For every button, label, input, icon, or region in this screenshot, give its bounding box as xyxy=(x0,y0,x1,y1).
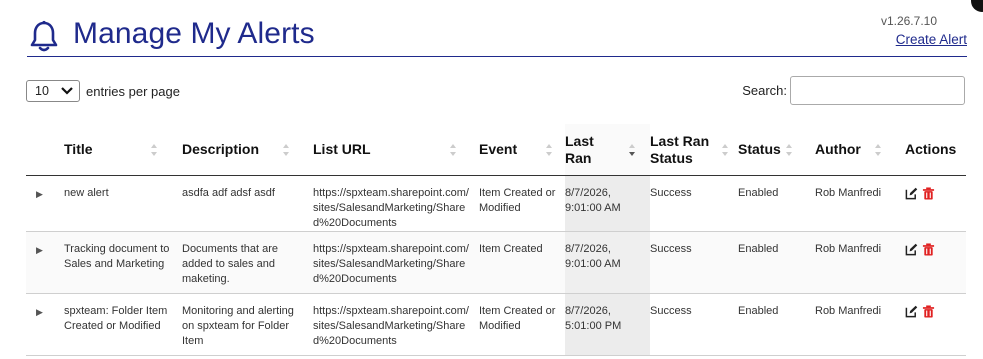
cell-list-url: https://spxteam.sharepoint.com/sites/Sal… xyxy=(313,175,479,232)
sort-icon xyxy=(786,143,792,156)
cell-actions xyxy=(905,231,966,294)
cell-title: new alert xyxy=(64,175,182,232)
cell-event: Item Created or Modified xyxy=(479,175,565,232)
alerts-table: Title Description List URL Event Last Ra… xyxy=(26,124,966,356)
cell-list-url: https://spxteam.sharepoint.com/sites/Sal… xyxy=(313,231,479,294)
sort-icon xyxy=(450,143,456,156)
page-size-value: 10 xyxy=(35,84,49,98)
edit-icon[interactable] xyxy=(905,305,918,318)
table-row[interactable]: ▶ new alert asdfa adf adsf asdf https://… xyxy=(26,175,966,232)
column-header-list-url[interactable]: List URL xyxy=(313,124,479,176)
sort-icon xyxy=(151,143,157,156)
column-header-author[interactable]: Author xyxy=(815,124,905,176)
header-row: Title Description List URL Event Last Ra… xyxy=(26,124,966,176)
create-alert-link[interactable]: Create Alert xyxy=(896,32,967,47)
page-size-select[interactable]: 10 xyxy=(26,80,80,102)
cell-event: Item Created xyxy=(479,231,565,294)
column-header-actions: Actions xyxy=(905,124,966,176)
sort-icon xyxy=(546,143,552,156)
cell-status: Enabled xyxy=(738,293,815,356)
cell-description: asdfa adf adsf asdf xyxy=(182,175,313,232)
cell-last-ran-status: Success xyxy=(650,175,738,232)
sort-icon xyxy=(283,143,289,156)
sort-icon xyxy=(722,143,728,156)
entries-label: entries per page xyxy=(86,83,180,99)
version-label: v1.26.7.10 xyxy=(880,14,937,28)
table-row[interactable]: ▶ spxteam: Folder Item Created or Modifi… xyxy=(26,293,966,356)
cell-status: Enabled xyxy=(738,231,815,294)
column-header-last-ran[interactable]: Last Ran xyxy=(565,124,650,176)
corner-decoration xyxy=(971,0,983,12)
page-size-control: 10 entries per page xyxy=(26,80,180,102)
cell-last-ran: 8/7/2026, 5:01:00 PM xyxy=(565,293,650,356)
column-header-event[interactable]: Event xyxy=(479,124,565,176)
search-control: Search: xyxy=(742,76,965,105)
cell-status: Enabled xyxy=(738,175,815,232)
cell-last-ran-status: Success xyxy=(650,293,738,356)
column-header-description[interactable]: Description xyxy=(182,124,313,176)
column-header-status[interactable]: Status xyxy=(738,124,815,176)
cell-last-ran-status: Success xyxy=(650,231,738,294)
cell-title: spxteam: Folder Item Created or Modified xyxy=(64,293,182,356)
expand-arrow-icon[interactable]: ▶ xyxy=(26,293,64,356)
edit-icon[interactable] xyxy=(905,187,918,200)
edit-icon[interactable] xyxy=(905,243,918,256)
search-input[interactable] xyxy=(790,76,965,105)
table-row[interactable]: ▶ Tracking document to Sales and Marketi… xyxy=(26,231,966,294)
sort-desc-icon xyxy=(629,143,635,156)
trash-icon[interactable] xyxy=(922,305,935,318)
expand-arrow-icon[interactable]: ▶ xyxy=(26,231,64,294)
cell-author: Rob Manfredi xyxy=(815,293,905,356)
expand-column-header xyxy=(26,124,64,176)
cell-last-ran: 8/7/2026, 9:01:00 AM xyxy=(565,175,650,232)
cell-event: Item Created or Modified xyxy=(479,293,565,356)
chevron-down-icon xyxy=(61,87,73,95)
cell-actions xyxy=(905,175,966,232)
cell-actions xyxy=(905,293,966,356)
cell-description: Monitoring and alerting on spxteam for F… xyxy=(182,293,313,356)
cell-list-url: https://spxteam.sharepoint.com/sites/Sal… xyxy=(313,293,479,356)
cell-author: Rob Manfredi xyxy=(815,175,905,232)
bell-icon xyxy=(30,20,58,52)
search-label: Search: xyxy=(742,83,787,98)
cell-author: Rob Manfredi xyxy=(815,231,905,294)
page-header: Manage My Alerts v1.26.7.10 Create Alert xyxy=(27,14,967,57)
cell-last-ran: 8/7/2026, 9:01:00 AM xyxy=(565,231,650,294)
column-header-last-ran-status[interactable]: Last Ran Status xyxy=(650,124,738,176)
trash-icon[interactable] xyxy=(922,187,935,200)
cell-description: Documents that are added to sales and ma… xyxy=(182,231,313,294)
expand-arrow-icon[interactable]: ▶ xyxy=(26,175,64,232)
trash-icon[interactable] xyxy=(922,243,935,256)
sort-icon xyxy=(875,143,881,156)
column-header-title[interactable]: Title xyxy=(64,124,182,176)
page-title: Manage My Alerts xyxy=(73,17,315,50)
cell-title: Tracking document to Sales and Marketing xyxy=(64,231,182,294)
